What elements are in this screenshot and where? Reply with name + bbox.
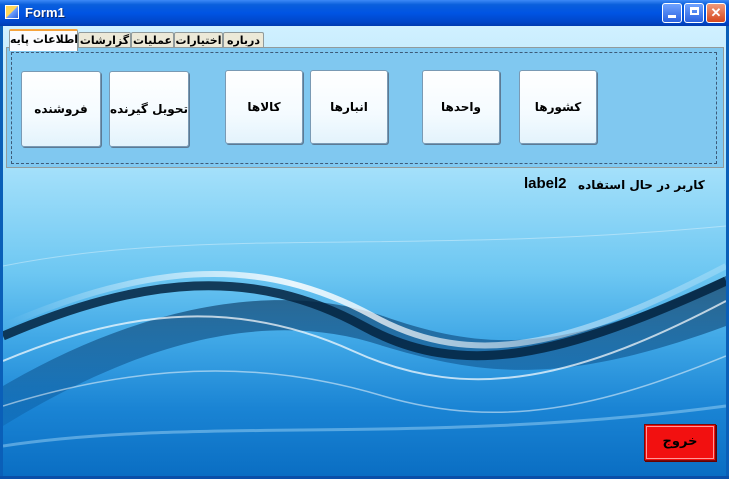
tab-basic-info[interactable]: اطلاعات پایه xyxy=(9,29,78,51)
units-button[interactable]: واحدها xyxy=(422,70,500,144)
warehouses-button[interactable]: انبارها xyxy=(310,70,388,144)
maximize-icon xyxy=(689,7,699,15)
form-client-area: اطلاعات پایه گزارشات عملیات اختیارات درب… xyxy=(3,26,726,476)
maximize-button[interactable] xyxy=(684,3,704,23)
basic-info-group: فروشنده تحویل گیرنده کالاها انبارها واحد… xyxy=(11,52,717,164)
current-user-label: کاربر در حال استفاده xyxy=(578,178,705,192)
current-user-value: label2 xyxy=(524,175,567,192)
sellers-button[interactable]: فروشنده xyxy=(21,71,101,147)
title-bar[interactable]: Form1 ✕ xyxy=(0,0,729,26)
tab-panel-basic-info: فروشنده تحویل گیرنده کالاها انبارها واحد… xyxy=(6,47,724,168)
close-button[interactable]: ✕ xyxy=(706,3,726,23)
receivers-button[interactable]: تحویل گیرنده xyxy=(109,71,189,147)
close-icon: ✕ xyxy=(710,5,722,20)
exit-button[interactable]: خروج xyxy=(644,424,716,461)
countries-button[interactable]: کشورها xyxy=(519,70,597,144)
goods-button[interactable]: کالاها xyxy=(225,70,303,144)
window-title: Form1 xyxy=(25,5,65,20)
app-icon xyxy=(5,5,19,19)
minimize-button[interactable] xyxy=(662,3,682,23)
minimize-icon xyxy=(668,15,676,18)
